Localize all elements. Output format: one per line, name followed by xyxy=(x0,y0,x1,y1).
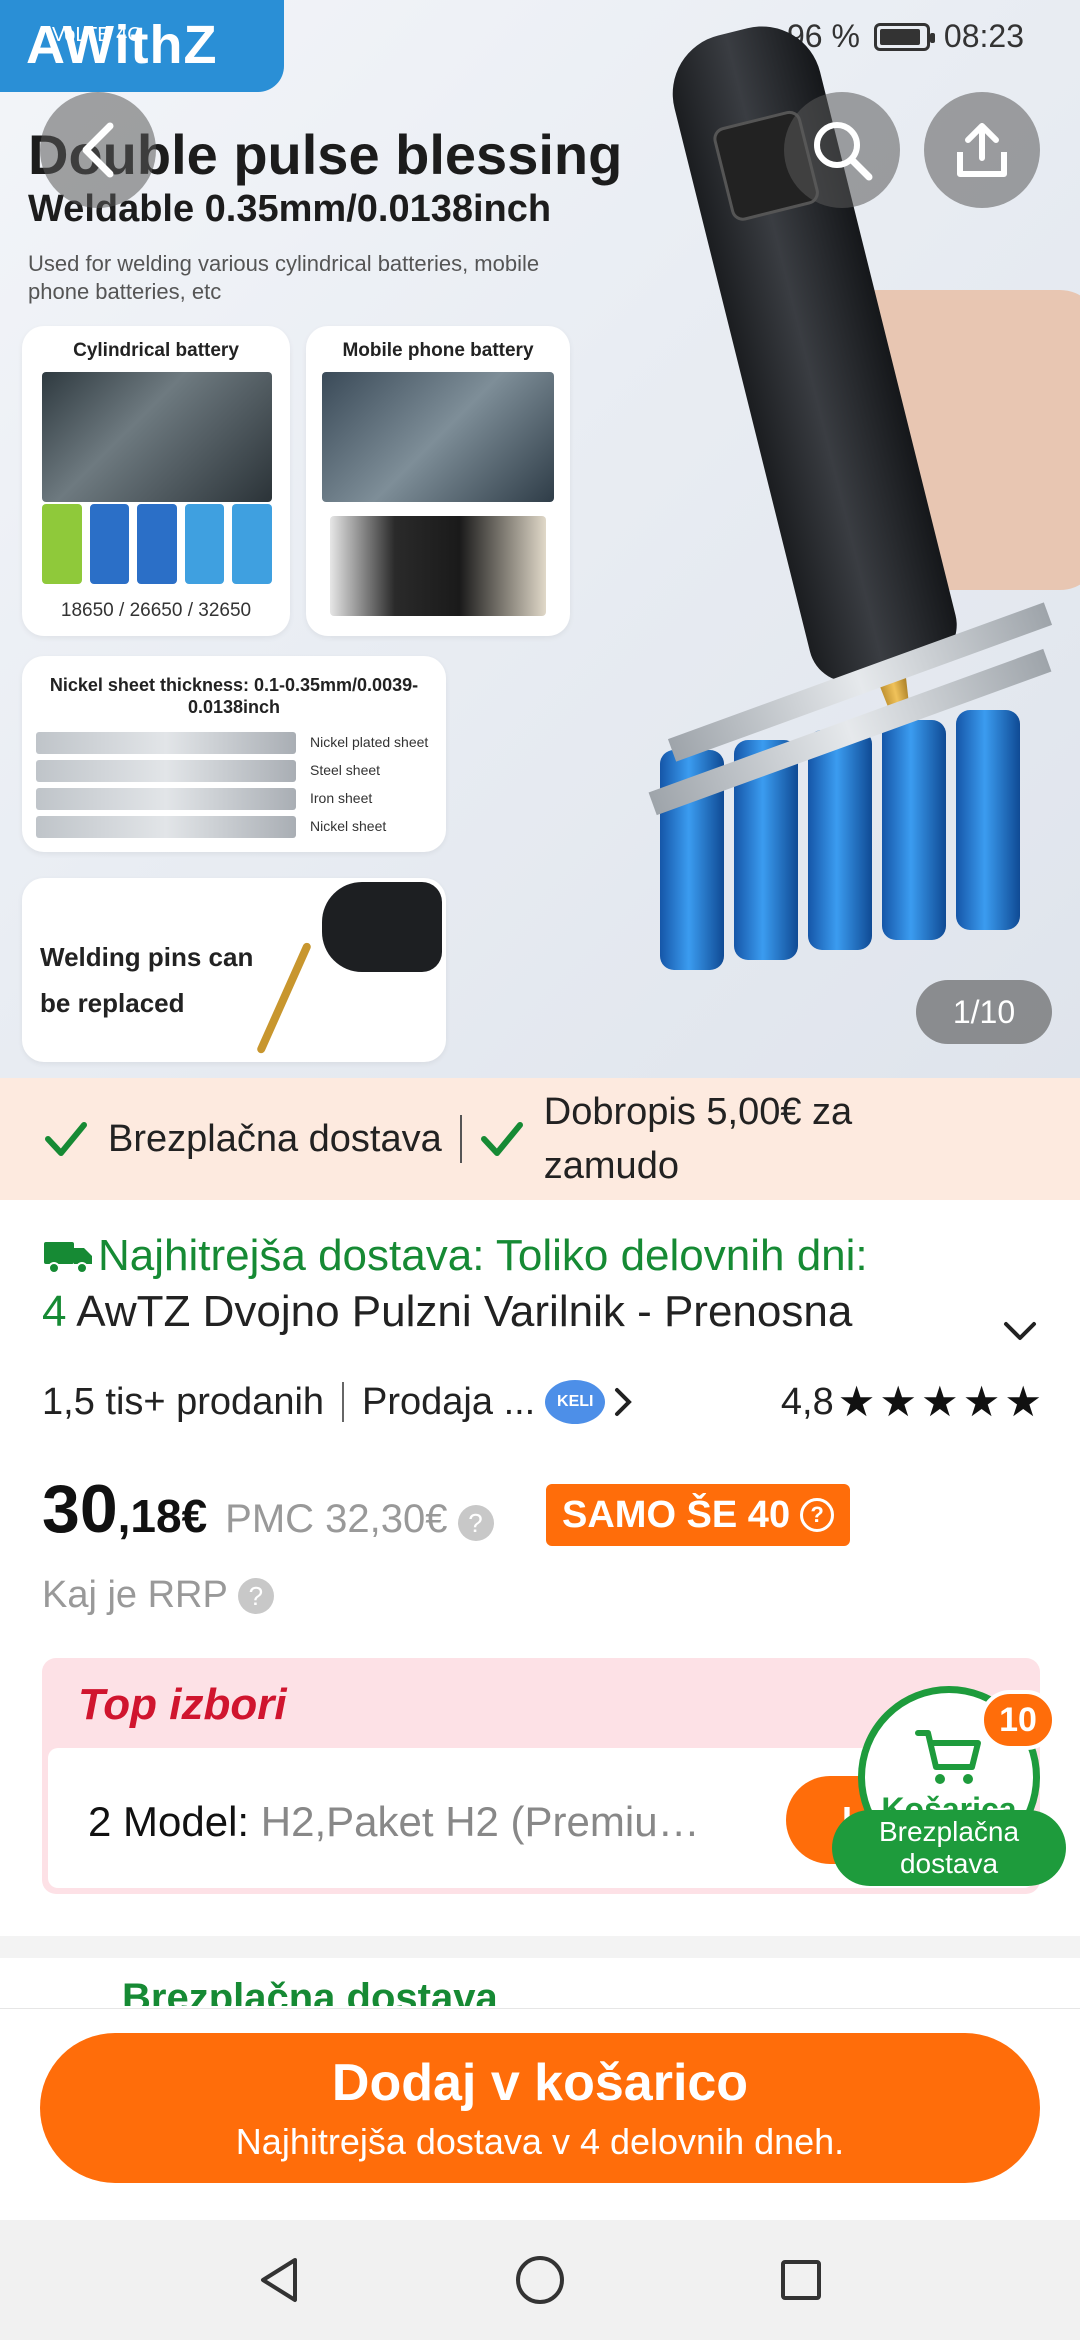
help-icon: ? xyxy=(237,1577,274,1614)
star-icon: ★ xyxy=(921,1378,959,1425)
stock-label: SAMO ŠE 40 xyxy=(562,1493,791,1536)
chevron-left-icon xyxy=(82,122,114,178)
share-button[interactable] xyxy=(924,92,1040,208)
search-button[interactable] xyxy=(784,92,900,208)
free-shipping-label: Brezplačna dostava xyxy=(108,1117,442,1160)
model-value: H2,Paket H2 (Premiu… xyxy=(260,1798,700,1845)
truck-icon xyxy=(44,1242,92,1274)
help-icon: ? xyxy=(800,1498,835,1532)
cart-count-badge: 10 xyxy=(980,1690,1056,1750)
seller-link[interactable]: Prodaja ... xyxy=(362,1381,535,1424)
top-picks-title: Top izbori xyxy=(78,1680,287,1729)
status-bar: 96 % 08:23 xyxy=(787,18,1024,55)
nickel-label: Nickel plated sheet xyxy=(310,734,429,750)
price-decimal: ,18€ xyxy=(117,1490,208,1542)
rrp-price: PMC 32,30€ xyxy=(225,1497,448,1541)
rrp-info-label: Kaj je RRP xyxy=(42,1574,228,1616)
seller-logo[interactable]: KELI xyxy=(545,1380,606,1424)
system-nav-bar xyxy=(0,2220,1080,2340)
product-image-carousel[interactable]: AWithZ VoLTE 4G 96 % 08:23 Double pulse … xyxy=(0,0,1080,1078)
check-icon xyxy=(45,1122,87,1156)
star-icon: ★ xyxy=(1004,1378,1042,1425)
image-page-counter: 1/10 xyxy=(916,980,1052,1044)
pins-text: Welding pins can be replaced xyxy=(40,942,254,1018)
section-divider xyxy=(0,1936,1080,1958)
back-button[interactable] xyxy=(40,92,156,208)
mobile-battery-card: Mobile phone battery xyxy=(306,326,570,636)
delivery-days: 4 xyxy=(42,1287,67,1336)
model-label: 2 Model: xyxy=(88,1798,250,1845)
product-name: AwTZ Dvojno Pulzni Varilnik - Prenosna xyxy=(76,1287,853,1336)
nickel-label: Nickel sheet xyxy=(310,818,387,834)
share-icon xyxy=(957,123,1007,177)
welding-photo xyxy=(42,372,272,502)
product-title[interactable]: Najhitrejša dostava: Toliko delovnih dni… xyxy=(42,1228,1002,1340)
nickel-label: Steel sheet xyxy=(310,762,381,778)
cart-free-shipping-badge: Brezplačna dostava xyxy=(832,1810,1066,1886)
nav-back-icon[interactable] xyxy=(255,2254,303,2306)
network-status: VoLTE 4G xyxy=(52,24,143,46)
rrp-info-link[interactable]: Kaj je RRP ? xyxy=(42,1574,274,1617)
star-icon: ★ xyxy=(879,1378,918,1425)
clock: 08:23 xyxy=(943,18,1024,54)
card-title: Cylindrical battery xyxy=(73,340,239,361)
welding-pins-card: Welding pins can be replaced xyxy=(22,878,446,1062)
chevron-down-icon[interactable] xyxy=(1000,1310,1040,1350)
star-icon: ★ xyxy=(962,1378,1001,1425)
stock-badge[interactable]: SAMO ŠE 40 ? xyxy=(546,1484,851,1546)
promo-banner[interactable]: Brezplačna dostava Dobropis 5,00€ za zam… xyxy=(0,1078,1080,1200)
battery-icon xyxy=(873,22,935,51)
star-icon: ★ xyxy=(837,1378,876,1425)
sold-count: 1,5 tis+ prodanih xyxy=(42,1380,325,1423)
chevron-right-icon[interactable] xyxy=(611,1384,635,1420)
cart-icon xyxy=(915,1730,981,1784)
nav-recents-icon[interactable] xyxy=(777,2256,825,2304)
nav-home-icon[interactable] xyxy=(513,2253,567,2307)
phone-batteries-photo xyxy=(330,516,546,616)
card-title: Mobile phone battery xyxy=(342,340,534,361)
add-to-cart-button[interactable]: Dodaj v košarico Najhitrejša dostava v 4… xyxy=(40,2033,1040,2183)
hero-description: Used for welding various cylindrical bat… xyxy=(28,251,540,304)
nickel-label: Iron sheet xyxy=(310,790,373,806)
search-icon xyxy=(814,122,873,181)
price-integer: 30 xyxy=(42,1471,118,1547)
shipping-label: Brezplačna dostava xyxy=(122,1976,498,2006)
battery-photo xyxy=(42,504,272,584)
pen-tip-photo xyxy=(322,882,442,972)
rating-value: 4,8 xyxy=(780,1380,834,1423)
price-row: 30 ,18€ PMC 32,30€ ? xyxy=(42,1470,494,1548)
cylindrical-battery-card: Cylindrical battery 18650 / 26650 / 3265… xyxy=(22,326,290,636)
bottom-action-bar: Dodaj v košarico Najhitrejša dostava v 4… xyxy=(0,2008,1080,2220)
nickel-thickness-card: Nickel sheet thickness: 0.1-0.35mm/0.003… xyxy=(22,656,446,852)
welding-photo xyxy=(322,372,554,502)
battery-pack-photo xyxy=(640,602,1060,980)
help-icon[interactable]: ? xyxy=(457,1505,494,1541)
product-stats-row: 1,5 tis+ prodanih Prodaja ... KELI 4,8 ★… xyxy=(42,1380,1042,1424)
check-icon xyxy=(480,1122,523,1156)
nickel-title: Nickel sheet thickness: 0.1-0.35mm/0.003… xyxy=(49,675,419,717)
fast-delivery-label: Najhitrejša dostava: Toliko delovnih dni… xyxy=(98,1231,868,1280)
late-credit-label: Dobropis 5,00€ za zamudo xyxy=(543,1091,853,1187)
add-to-cart-label: Dodaj v košarico xyxy=(331,2054,749,2112)
battery-sizes: 18650 / 26650 / 32650 xyxy=(60,600,252,621)
model-selection: 2 Model: H2,Paket H2 (Premiu… xyxy=(88,1798,700,1846)
shipping-info-row[interactable]: Brezplačna dostava xyxy=(42,1976,1040,2006)
rating[interactable]: 4,8 ★ ★ ★ ★ ★ xyxy=(781,1381,1042,1424)
add-to-cart-sublabel: Najhitrejša dostava v 4 delovnih dneh. xyxy=(235,2121,845,2162)
